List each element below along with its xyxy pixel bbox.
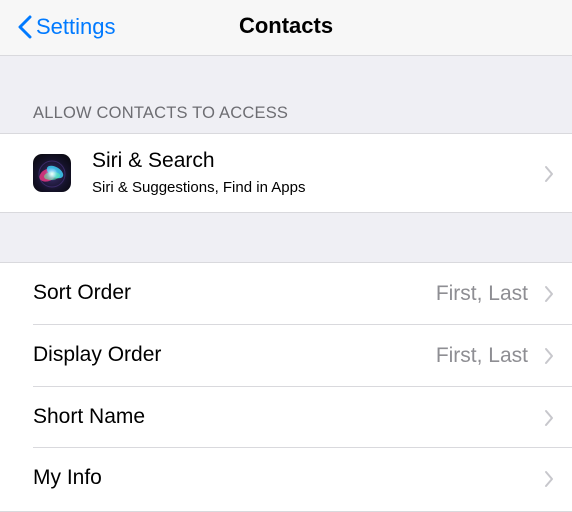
display-order-row[interactable]: Display Order First, Last bbox=[0, 325, 572, 386]
short-name-label: Short Name bbox=[33, 405, 146, 428]
siri-icon bbox=[33, 154, 71, 192]
display-order-label: Display Order bbox=[33, 343, 162, 366]
sort-order-row[interactable]: Sort Order First, Last bbox=[0, 263, 572, 324]
siri-search-subtitle: Siri & Suggestions, Find in Apps bbox=[92, 179, 306, 196]
sort-order-value: First, Last bbox=[435, 282, 528, 305]
siri-search-title: Siri & Search bbox=[92, 149, 215, 172]
display-order-value: First, Last bbox=[435, 344, 528, 367]
navigation-bar: Settings Contacts bbox=[0, 0, 572, 56]
short-name-row[interactable]: Short Name bbox=[0, 387, 572, 448]
sort-order-label: Sort Order bbox=[33, 281, 132, 304]
siri-search-row[interactable]: Siri & Search Siri & Suggestions, Find i… bbox=[0, 133, 572, 213]
my-info-label: My Info bbox=[33, 466, 102, 489]
chevron-right-icon bbox=[544, 470, 554, 488]
chevron-right-icon bbox=[544, 165, 554, 183]
section-header-allow-access: ALLOW CONTACTS TO ACCESS bbox=[33, 104, 289, 122]
chevron-right-icon bbox=[544, 409, 554, 427]
contacts-settings-group: Sort Order First, Last Display Order Fir… bbox=[0, 262, 572, 512]
chevron-right-icon bbox=[544, 285, 554, 303]
chevron-right-icon bbox=[544, 347, 554, 365]
my-info-row[interactable]: My Info bbox=[0, 448, 572, 509]
page-title: Contacts bbox=[238, 13, 334, 38]
